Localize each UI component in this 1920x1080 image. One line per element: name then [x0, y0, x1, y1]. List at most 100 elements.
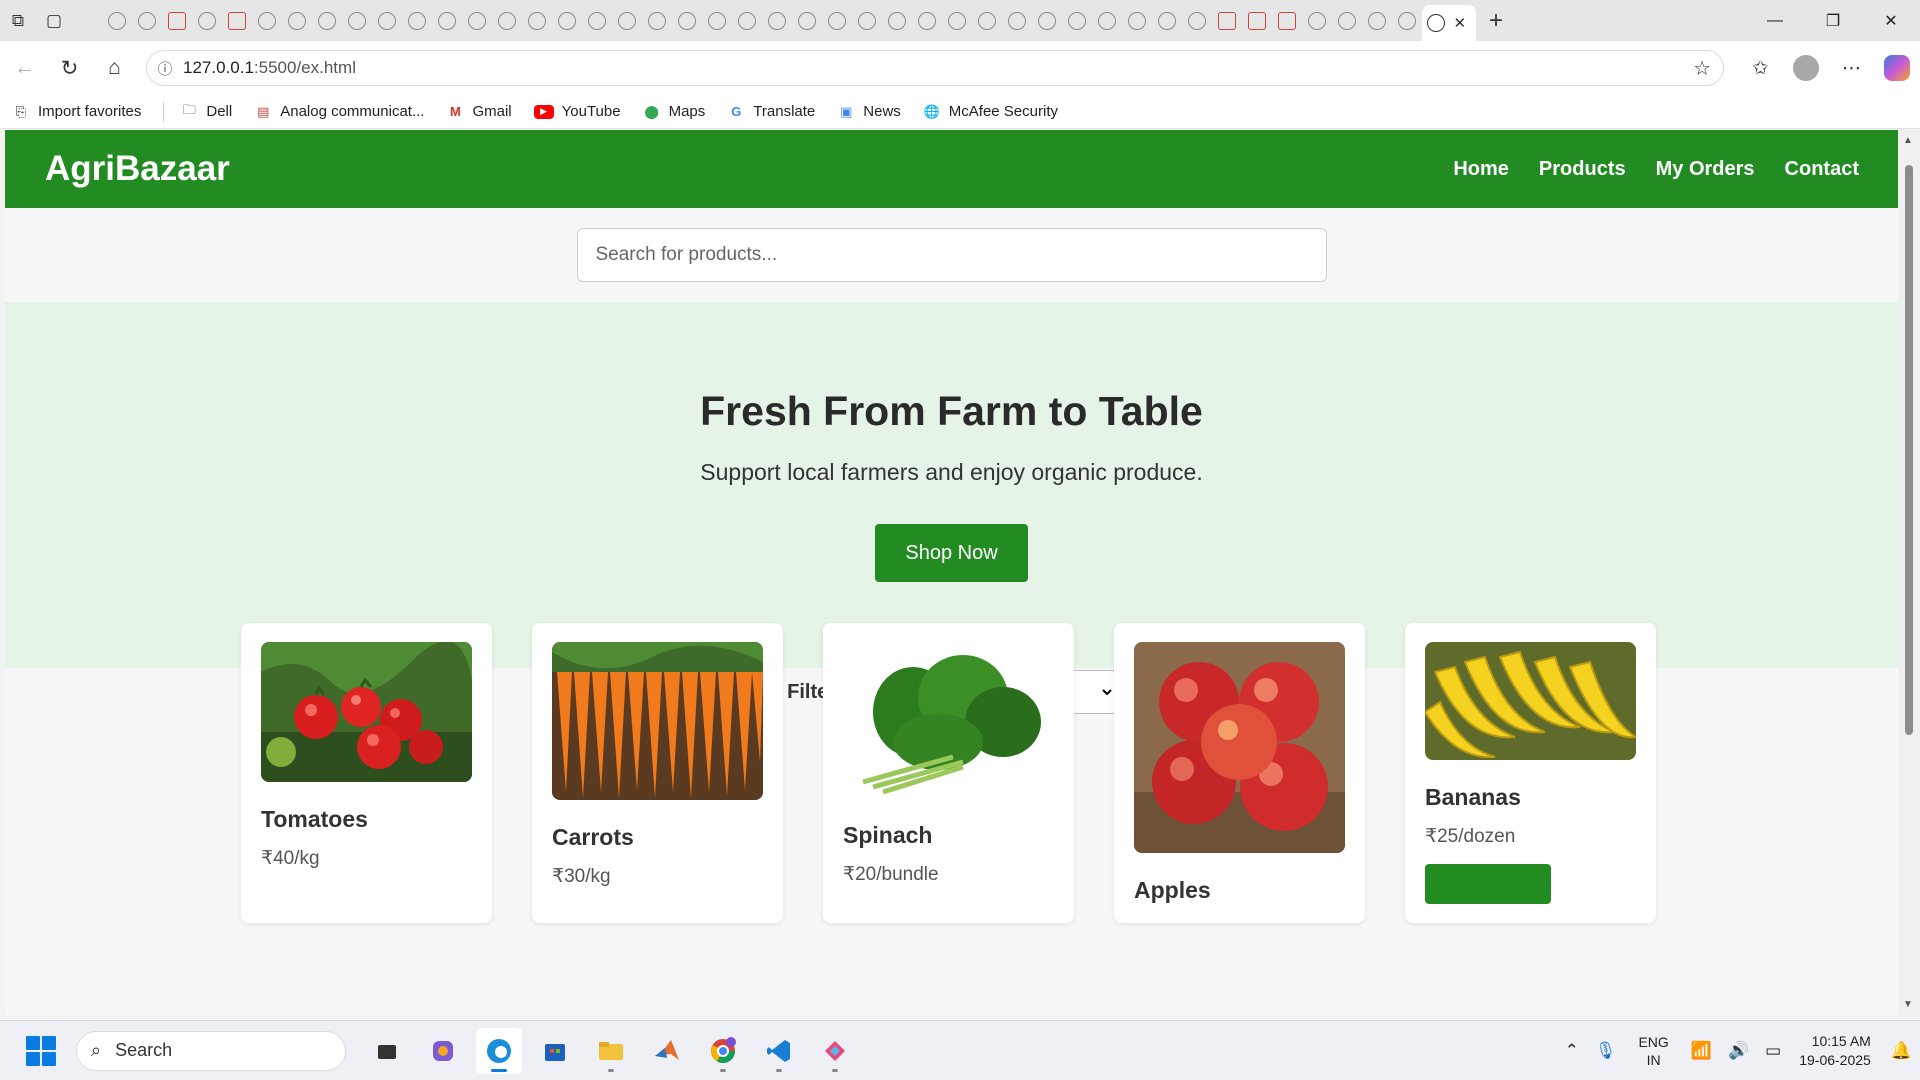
browser-tab[interactable]: [732, 6, 762, 36]
browser-tab[interactable]: [552, 6, 582, 36]
browser-tab[interactable]: [972, 6, 1002, 36]
browser-tab[interactable]: [1362, 6, 1392, 36]
taskbar-search[interactable]: ⌕ Search: [76, 1030, 346, 1071]
fav-youtube[interactable]: ▶ YouTube: [533, 103, 621, 120]
browser-tab[interactable]: [282, 6, 312, 36]
microphone-icon[interactable]: 🎙: [1595, 1041, 1617, 1061]
browser-tab[interactable]: [312, 6, 342, 36]
task-view-icon[interactable]: [364, 1028, 410, 1074]
fav-translate[interactable]: G Translate: [727, 103, 815, 121]
browser-tab[interactable]: [102, 6, 132, 36]
browser-tab[interactable]: [1212, 6, 1242, 36]
site-info-icon[interactable]: ⓘ: [147, 58, 183, 79]
fav-dell[interactable]: 🗀 Dell: [180, 102, 232, 121]
close-tab-icon[interactable]: ✕: [1454, 14, 1472, 32]
nav-home[interactable]: Home: [1453, 158, 1509, 181]
browser-tab[interactable]: [792, 6, 822, 36]
volume-icon[interactable]: 🔊: [1728, 1041, 1749, 1061]
refresh-icon[interactable]: ↻: [47, 48, 92, 88]
add-to-cart-button[interactable]: [1425, 864, 1551, 904]
browser-tab[interactable]: [432, 6, 462, 36]
favorites-icon[interactable]: ✩: [1738, 57, 1783, 80]
browser-tab[interactable]: [612, 6, 642, 36]
nav-my-orders[interactable]: My Orders: [1656, 158, 1755, 181]
browser-tab[interactable]: [1002, 6, 1032, 36]
file-explorer-icon[interactable]: [588, 1028, 634, 1074]
nav-contact[interactable]: Contact: [1785, 158, 1859, 181]
browser-tab[interactable]: [642, 6, 672, 36]
browser-tab[interactable]: [192, 6, 222, 36]
scroll-thumb[interactable]: [1905, 165, 1913, 735]
clock[interactable]: 10:15 AM 19-06-2025: [1799, 1032, 1871, 1070]
workspaces-icon[interactable]: ⧉: [0, 0, 36, 41]
browser-tab[interactable]: [462, 6, 492, 36]
copilot-icon[interactable]: [1884, 55, 1910, 81]
browser-tab[interactable]: [1302, 6, 1332, 36]
vscode-icon[interactable]: [756, 1028, 802, 1074]
browser-tab[interactable]: [372, 6, 402, 36]
browser-tab[interactable]: [1122, 6, 1152, 36]
browser-tab[interactable]: [1092, 6, 1122, 36]
page-scrollbar[interactable]: ▲ ▼: [1898, 130, 1920, 1015]
shop-now-button[interactable]: Shop Now: [875, 524, 1028, 582]
fav-import-favorites[interactable]: ⎘ Import favorites: [12, 103, 142, 121]
browser-tab[interactable]: [1332, 6, 1362, 36]
product-search-input[interactable]: [576, 228, 1327, 282]
browser-tab[interactable]: [492, 6, 522, 36]
app-icon[interactable]: [812, 1028, 858, 1074]
browser-tab[interactable]: [1152, 6, 1182, 36]
minimize-icon[interactable]: —: [1746, 0, 1804, 41]
browser-tab[interactable]: [762, 6, 792, 36]
back-icon[interactable]: ←: [2, 48, 47, 88]
copilot-app-icon[interactable]: [420, 1028, 466, 1074]
windows-start-icon[interactable]: [26, 1035, 56, 1066]
wifi-icon[interactable]: 📶: [1691, 1041, 1712, 1061]
browser-tab[interactable]: [342, 6, 372, 36]
browser-tab[interactable]: [222, 6, 252, 36]
nav-products[interactable]: Products: [1539, 158, 1626, 181]
profile-avatar[interactable]: [1793, 55, 1819, 81]
edge-browser-icon[interactable]: [476, 1027, 522, 1074]
fav-analog-communication[interactable]: ▤ Analog communicat...: [254, 103, 424, 121]
fav-maps[interactable]: ⬤ Maps: [643, 103, 705, 121]
url-field[interactable]: ⓘ 127.0.0.1:5500/ex.html ☆: [146, 50, 1724, 86]
browser-tab[interactable]: [582, 6, 612, 36]
scroll-up-icon[interactable]: ▲: [1903, 135, 1913, 146]
browser-tab[interactable]: [702, 6, 732, 36]
browser-tab[interactable]: [822, 6, 852, 36]
browser-tab[interactable]: [252, 6, 282, 36]
browser-tab[interactable]: [402, 6, 432, 36]
matlab-icon[interactable]: [644, 1028, 690, 1074]
browser-tab[interactable]: [1062, 6, 1092, 36]
battery-icon[interactable]: ▭: [1765, 1041, 1781, 1061]
browser-tab[interactable]: [132, 6, 162, 36]
browser-tab[interactable]: [1272, 6, 1302, 36]
close-window-icon[interactable]: ✕: [1862, 0, 1920, 41]
restore-icon[interactable]: ❐: [1804, 0, 1862, 41]
browser-tab[interactable]: [672, 6, 702, 36]
notifications-icon[interactable]: 🔔: [1891, 1041, 1912, 1061]
favorite-star-icon[interactable]: ☆: [1693, 56, 1711, 81]
scroll-down-icon[interactable]: ▼: [1903, 999, 1913, 1010]
browser-tab[interactable]: [162, 6, 192, 36]
home-icon[interactable]: ⌂: [92, 48, 137, 88]
browser-tab[interactable]: [1032, 6, 1062, 36]
fav-gmail[interactable]: M Gmail: [446, 103, 512, 121]
browser-tab[interactable]: [882, 6, 912, 36]
browser-tab[interactable]: [1182, 6, 1212, 36]
more-menu-icon[interactable]: ⋯: [1829, 57, 1874, 80]
browser-tab[interactable]: [912, 6, 942, 36]
active-browser-tab[interactable]: ✕: [1422, 5, 1476, 41]
fav-mcafee-security[interactable]: 🌐 McAfee Security: [923, 103, 1058, 121]
show-hidden-icons-icon[interactable]: ⌃: [1565, 1041, 1579, 1061]
browser-tab[interactable]: [942, 6, 972, 36]
browser-tab[interactable]: [1242, 6, 1272, 36]
browser-tab[interactable]: [1392, 6, 1422, 36]
language-indicator[interactable]: ENG IN: [1638, 1033, 1668, 1069]
store-icon[interactable]: [532, 1028, 578, 1074]
new-tab-button[interactable]: +: [1476, 7, 1516, 35]
browser-tab[interactable]: [522, 6, 552, 36]
chrome-icon[interactable]: [700, 1028, 746, 1074]
browser-tab[interactable]: [852, 6, 882, 36]
tab-actions-icon[interactable]: ▢: [36, 0, 72, 41]
